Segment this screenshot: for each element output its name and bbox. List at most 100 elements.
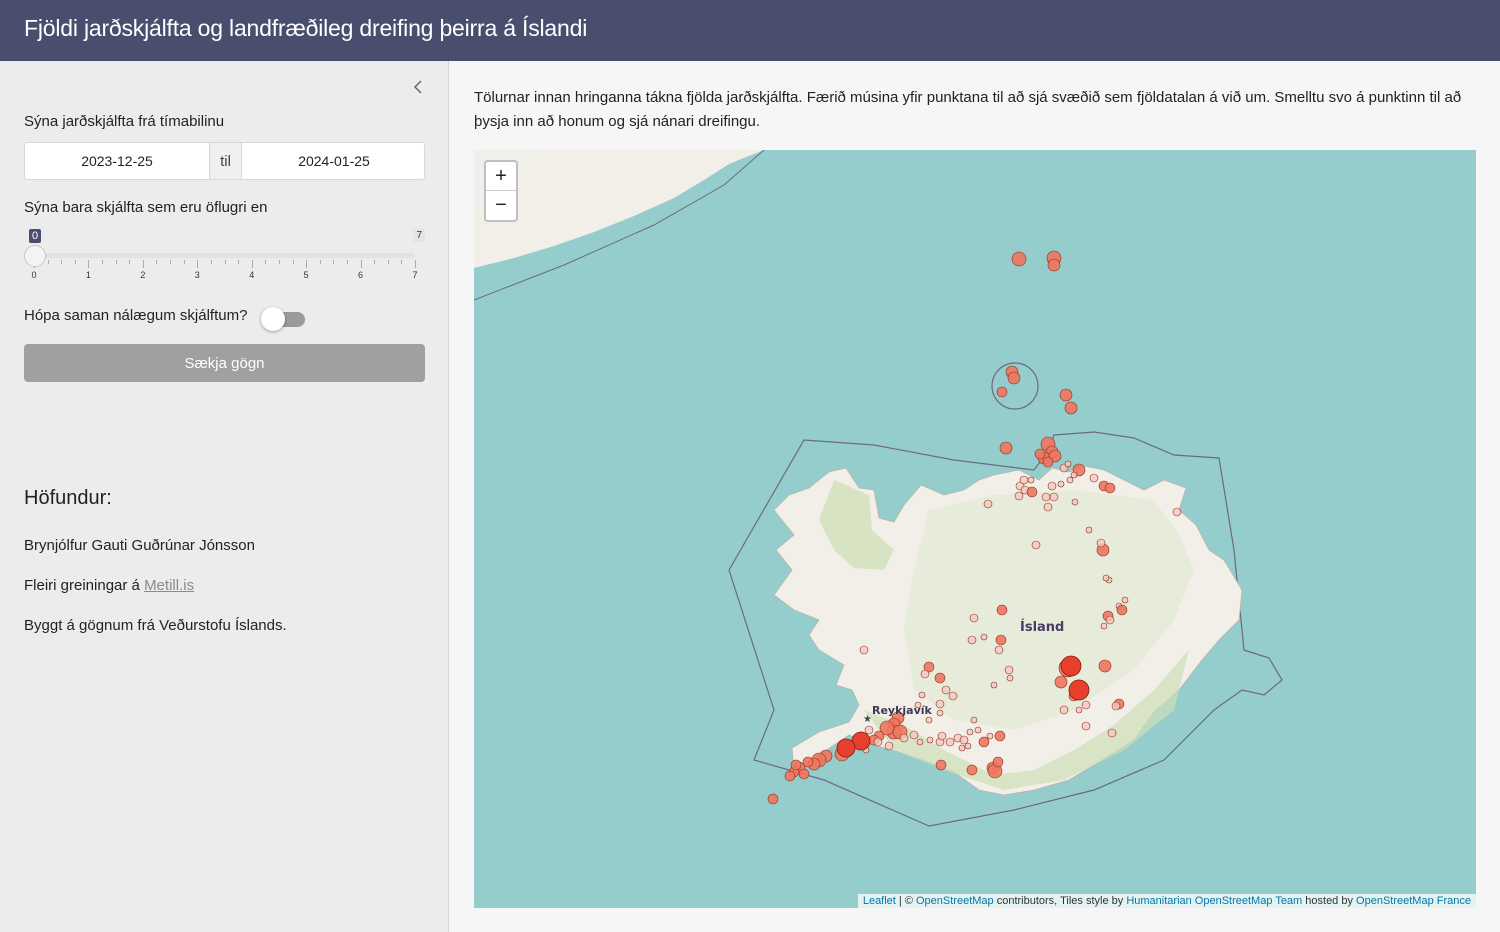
hot-link[interactable]: Humanitarian OpenStreetMap Team	[1126, 895, 1302, 907]
earthquake-marker[interactable]	[1105, 615, 1115, 625]
magnitude-slider[interactable]: 0 7 0 1 2 3 4 5 6 7	[24, 227, 425, 287]
earthquake-marker[interactable]	[1006, 674, 1014, 682]
slider-track[interactable]	[34, 253, 415, 258]
collapse-sidebar-icon[interactable]	[408, 77, 428, 97]
earthquake-marker[interactable]	[1096, 538, 1106, 548]
zoom-in-button[interactable]: +	[486, 162, 516, 191]
earthquake-marker[interactable]	[948, 691, 958, 701]
slider-handle[interactable]	[24, 245, 46, 267]
leaflet-link[interactable]: Leaflet	[863, 895, 896, 907]
group-toggle[interactable]	[261, 307, 305, 331]
earthquake-marker[interactable]	[958, 744, 966, 752]
earthquake-marker[interactable]	[1011, 251, 1027, 267]
earthquake-marker[interactable]	[1064, 460, 1072, 468]
earthquake-marker[interactable]	[1081, 700, 1091, 710]
earthquake-marker[interactable]	[802, 756, 814, 768]
osmfr-link[interactable]: OpenStreetMap France	[1356, 895, 1471, 907]
earthquake-marker[interactable]	[1059, 388, 1073, 402]
earthquake-marker[interactable]	[964, 742, 972, 750]
earthquake-marker[interactable]	[920, 669, 930, 679]
earthquake-marker[interactable]	[1070, 471, 1078, 479]
earthquake-marker[interactable]	[873, 737, 883, 747]
earthquake-marker[interactable]	[798, 768, 810, 780]
earthquake-marker[interactable]	[1066, 476, 1074, 484]
fetch-data-button[interactable]: Sækja gögn	[24, 344, 425, 382]
earthquake-marker[interactable]	[899, 733, 909, 743]
earthquake-marker[interactable]	[1049, 492, 1059, 502]
earthquake-marker[interactable]	[941, 685, 951, 695]
earthquake-marker[interactable]	[967, 635, 977, 645]
earthquake-marker[interactable]	[966, 764, 978, 776]
earthquake-marker[interactable]	[1042, 456, 1054, 468]
earthquake-marker-large[interactable]	[1060, 655, 1082, 677]
earthquake-marker-large[interactable]	[1068, 679, 1090, 701]
earthquake-marker[interactable]	[1004, 665, 1014, 675]
earthquake-marker[interactable]	[1085, 526, 1093, 534]
earthquake-marker[interactable]	[1031, 540, 1041, 550]
earthquake-marker[interactable]	[1041, 492, 1051, 502]
earthquake-marker[interactable]	[884, 741, 894, 751]
earthquake-marker[interactable]	[1081, 721, 1091, 731]
earthquake-marker[interactable]	[1102, 574, 1110, 582]
earthquake-marker[interactable]	[980, 633, 988, 641]
earthquake-marker[interactable]	[925, 716, 933, 724]
earthquake-marker[interactable]	[926, 736, 934, 744]
earthquake-marker[interactable]	[970, 716, 978, 724]
zoom-out-button[interactable]: −	[486, 191, 516, 220]
metill-link[interactable]: Metill.is	[144, 577, 194, 594]
osm-link[interactable]: OpenStreetMap	[916, 895, 994, 907]
earthquake-marker[interactable]	[909, 730, 919, 740]
earthquake-marker[interactable]	[936, 709, 944, 717]
earthquake-marker[interactable]	[859, 645, 869, 655]
earthquake-marker[interactable]	[1026, 486, 1038, 498]
earthquake-marker[interactable]	[1059, 705, 1069, 715]
earthquake-marker[interactable]	[999, 441, 1013, 455]
earthquake-marker[interactable]	[986, 732, 994, 740]
earthquake-map[interactable]: ★ Ísland Reykjavík + − Leaflet | © OpenS…	[474, 150, 1476, 908]
earthquake-marker[interactable]	[994, 645, 1004, 655]
earthquake-marker[interactable]	[1104, 482, 1116, 494]
earthquake-marker[interactable]	[990, 681, 998, 689]
earthquake-marker[interactable]	[935, 699, 945, 709]
earthquake-marker[interactable]	[1100, 622, 1108, 630]
start-date-input[interactable]: 2023-12-25	[25, 143, 209, 179]
earthquake-marker[interactable]	[1089, 473, 1099, 483]
earthquake-marker[interactable]	[1111, 701, 1121, 711]
earthquake-marker[interactable]	[1071, 498, 1079, 506]
earthquake-marker[interactable]	[1007, 371, 1021, 385]
earthquake-marker[interactable]	[994, 730, 1006, 742]
earthquake-marker[interactable]	[996, 604, 1008, 616]
earthquake-marker[interactable]	[784, 770, 796, 782]
earthquake-marker[interactable]	[864, 725, 874, 735]
earthquake-marker[interactable]	[1027, 476, 1035, 484]
earthquake-marker[interactable]	[918, 691, 926, 699]
earthquake-marker[interactable]	[1172, 507, 1182, 517]
earthquake-marker[interactable]	[935, 759, 947, 771]
earthquake-marker[interactable]	[1064, 401, 1078, 415]
earthquake-marker[interactable]	[937, 731, 947, 741]
earthquake-marker[interactable]	[1075, 706, 1083, 714]
earthquake-marker[interactable]	[1054, 675, 1068, 689]
earthquake-marker[interactable]	[1034, 448, 1046, 460]
end-date-input[interactable]: 2024-01-25	[242, 143, 426, 179]
earthquake-marker[interactable]	[978, 736, 990, 748]
earthquake-marker[interactable]	[983, 499, 993, 509]
earthquake-marker[interactable]	[974, 726, 982, 734]
earthquake-marker[interactable]	[945, 737, 955, 747]
earthquake-marker[interactable]	[959, 735, 969, 745]
earthquake-marker[interactable]	[1057, 480, 1065, 488]
earthquake-marker[interactable]	[1019, 475, 1029, 485]
earthquake-marker[interactable]	[995, 634, 1007, 646]
earthquake-marker[interactable]	[996, 386, 1008, 398]
earthquake-marker[interactable]	[790, 759, 802, 771]
earthquake-marker[interactable]	[1043, 502, 1053, 512]
earthquake-marker[interactable]	[966, 728, 974, 736]
earthquake-marker[interactable]	[934, 672, 946, 684]
earthquake-marker[interactable]	[969, 613, 979, 623]
earthquake-marker[interactable]	[1121, 596, 1129, 604]
earthquake-marker[interactable]	[1107, 728, 1117, 738]
earthquake-marker[interactable]	[1047, 481, 1057, 491]
earthquake-marker[interactable]	[1014, 491, 1024, 501]
earthquake-marker[interactable]	[916, 738, 924, 746]
earthquake-marker-large[interactable]	[836, 738, 856, 758]
